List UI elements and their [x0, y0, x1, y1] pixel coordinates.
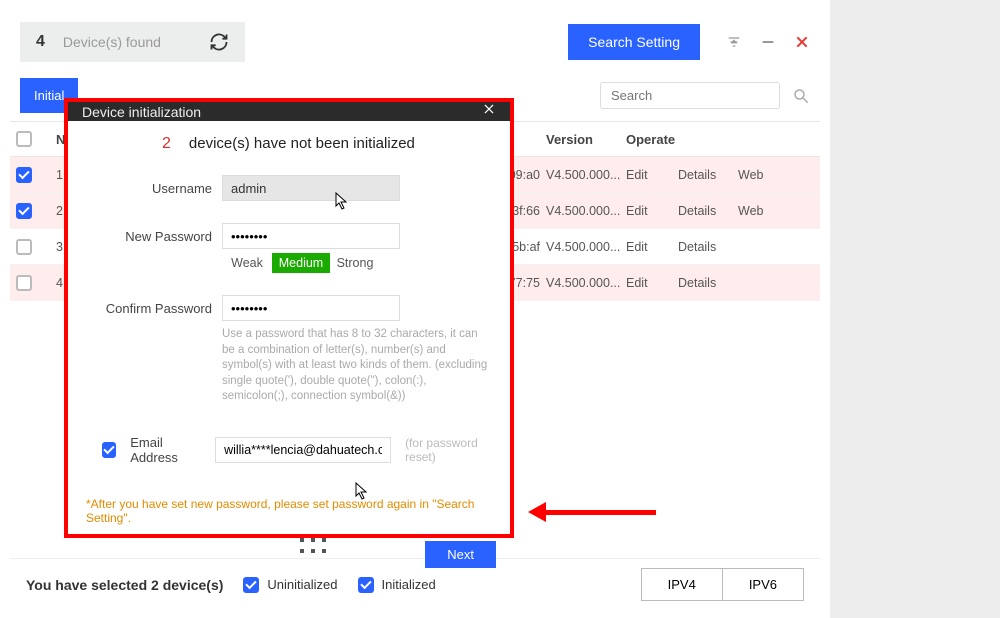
row-edit-link[interactable]: Edit: [626, 204, 678, 218]
ipv4-button[interactable]: IPV4: [641, 568, 723, 601]
close-icon[interactable]: [794, 34, 810, 50]
email-note: (for password reset): [405, 436, 496, 464]
row-details-link[interactable]: Details: [678, 276, 738, 290]
password-strength: Weak Medium Strong: [222, 253, 496, 273]
row-web-link[interactable]: Web: [738, 168, 798, 182]
password-warning: *After you have set new password, please…: [86, 497, 496, 525]
select-all-checkbox[interactable]: [16, 131, 32, 147]
row-details-link[interactable]: Details: [678, 168, 738, 182]
refresh-icon[interactable]: [209, 32, 229, 52]
row-version: V4.500.000...: [546, 276, 626, 290]
minimize-icon[interactable]: [760, 34, 776, 50]
row-version: V4.500.000...: [546, 168, 626, 182]
row-edit-link[interactable]: Edit: [626, 276, 678, 290]
confirm-password-field[interactable]: [222, 295, 400, 321]
col-version: Version: [546, 132, 626, 147]
uninitialized-count: 2: [162, 135, 171, 153]
modal-header: Device initialization: [68, 102, 510, 121]
confirm-password-label: Confirm Password: [82, 301, 212, 316]
devices-found-box: 4 Device(s) found: [20, 22, 245, 62]
email-checkbox[interactable]: [102, 442, 116, 458]
row-web-link[interactable]: Web: [738, 204, 798, 218]
strength-weak: Weak: [222, 253, 272, 273]
email-label: Email Address: [130, 435, 201, 465]
row-version: V4.500.000...: [546, 204, 626, 218]
strength-strong: Strong: [330, 253, 380, 273]
row-checkbox[interactable]: [16, 239, 32, 255]
email-row: Email Address (for password reset): [102, 435, 496, 465]
top-bar: 4 Device(s) found Search Setting: [0, 0, 830, 78]
devices-found-count: 4: [36, 33, 45, 51]
uninitialized-text: device(s) have not been initialized: [189, 135, 415, 153]
search-field-wrap: [600, 82, 780, 109]
row-checkbox[interactable]: [16, 167, 32, 183]
password-hint: Use a password that has 8 to 32 characte…: [222, 327, 492, 405]
ip-version-toggle: IPV4 IPV6: [641, 568, 804, 601]
device-initialization-modal: Device initialization 2 device(s) have n…: [64, 98, 514, 538]
dropdown-icon[interactable]: [726, 34, 742, 50]
window-controls: [726, 34, 810, 50]
username-label: Username: [82, 181, 212, 196]
new-password-label: New Password: [82, 229, 212, 244]
row-details-link[interactable]: Details: [678, 240, 738, 254]
row-edit-link[interactable]: Edit: [626, 168, 678, 182]
ipv6-button[interactable]: IPV6: [723, 568, 804, 601]
email-field[interactable]: [215, 437, 391, 463]
modal-close-icon[interactable]: [482, 102, 496, 121]
row-checkbox[interactable]: [16, 203, 32, 219]
next-button[interactable]: Next: [425, 541, 496, 568]
modal-title: Device initialization: [82, 104, 201, 120]
row-edit-link[interactable]: Edit: [626, 240, 678, 254]
search-setting-button[interactable]: Search Setting: [568, 24, 700, 60]
search-icon[interactable]: [792, 87, 810, 105]
row-details-link[interactable]: Details: [678, 204, 738, 218]
search-input[interactable]: [611, 88, 769, 103]
username-field: [222, 175, 400, 201]
col-operate: Operate: [626, 132, 798, 147]
strength-medium: Medium: [272, 253, 330, 273]
row-checkbox[interactable]: [16, 275, 32, 291]
new-password-field[interactable]: [222, 223, 400, 249]
devices-found-label: Device(s) found: [63, 34, 161, 50]
row-version: V4.500.000...: [546, 240, 626, 254]
annotation-arrow-icon: [528, 502, 656, 522]
modal-subtitle-row: 2 device(s) have not been initialized: [82, 135, 496, 153]
